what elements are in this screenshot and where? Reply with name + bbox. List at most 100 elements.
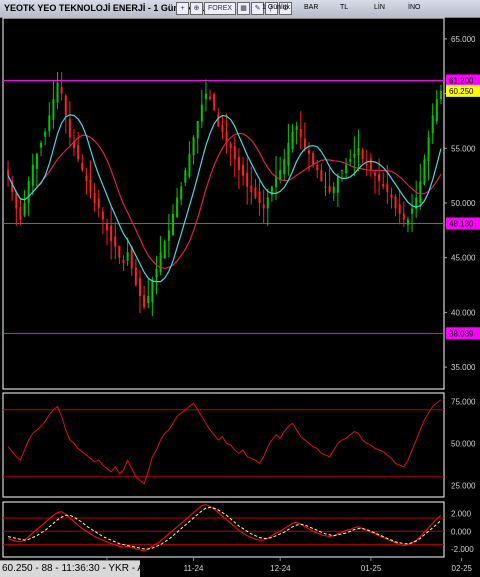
candle-body (163, 241, 166, 259)
candle-body (89, 179, 92, 193)
candle-body (101, 211, 104, 220)
chart-area[interactable]: 65.00060.00055.00050.00045.00040.00035.0… (0, 17, 480, 577)
macd-line (7, 504, 442, 552)
candle-body (97, 198, 100, 209)
candle-body (35, 153, 38, 169)
price-tick-label: 35.000 (451, 363, 476, 372)
candle-body (44, 131, 47, 137)
candle-body (155, 268, 158, 277)
rsi-frame (2, 392, 445, 498)
candle-body (419, 181, 422, 203)
candle-body (382, 184, 385, 187)
candle-body (291, 131, 294, 149)
level-label: 61.200 (449, 76, 474, 85)
status-bar: 60.250 - 88 - 11:36:30 - YKR - AKM (0, 560, 159, 577)
ma-fast-line (7, 114, 442, 283)
candle-body (85, 176, 88, 182)
macd-tick-label: 2.000 (451, 510, 472, 519)
candle-body (48, 115, 51, 132)
candle-body (118, 246, 121, 258)
candle-body (328, 185, 331, 193)
candle-body (411, 208, 414, 214)
candle-body (299, 128, 302, 138)
ma-slow-line (7, 132, 442, 269)
forex-label: FOREX (207, 5, 233, 12)
candle-body (114, 236, 117, 247)
candle-body (7, 170, 10, 176)
rsi-tick-label: 75.000 (451, 397, 476, 406)
candle-body (64, 95, 67, 116)
rsi-line (7, 399, 442, 485)
candle-body (138, 278, 141, 296)
candle-body (250, 185, 253, 193)
zoom-icon[interactable]: ⊕ (190, 2, 203, 15)
candle-body (200, 104, 203, 122)
x-tick-label: 02-25 (452, 564, 473, 573)
candle-body (373, 172, 376, 176)
candle-body (390, 194, 393, 198)
lin-button[interactable]: LİN (374, 4, 385, 11)
rsi-tick-label: 25.000 (451, 481, 476, 490)
candle-body (262, 204, 265, 209)
candle-body (151, 279, 154, 303)
candle-body (254, 187, 257, 198)
macd-signal-line (7, 506, 442, 550)
candle-body (258, 191, 261, 203)
candle-body (106, 224, 109, 231)
candle-body (365, 164, 368, 166)
candle-body (77, 144, 80, 160)
price-tick-label: 50.000 (451, 199, 476, 208)
candle-body (435, 99, 438, 122)
candle-body (402, 213, 405, 220)
candle-body (143, 294, 146, 307)
grid-icon[interactable]: ▦ (237, 2, 250, 15)
candle-body (406, 219, 409, 225)
macd-tick-label: 0.000 (451, 527, 472, 536)
candle-body (353, 153, 356, 158)
candle-body (283, 159, 286, 175)
macd-tick-label: -2.000 (451, 545, 474, 554)
candle-body (126, 252, 129, 261)
candle-body (68, 118, 71, 138)
candle-body (221, 125, 224, 132)
candle-body (324, 186, 327, 188)
candle-body (134, 267, 137, 286)
crosshair-icon[interactable]: + (176, 2, 189, 15)
macd-panel: 2.000 0.000 -2.000 (2, 501, 474, 558)
candle-body (266, 197, 269, 209)
candle-body (242, 165, 245, 176)
price-tick-label: 45.000 (451, 254, 476, 263)
price-panel: 65.00060.00055.00050.00045.00040.00035.0… (2, 17, 480, 390)
macd-frame (2, 501, 445, 558)
candle-body (93, 192, 96, 203)
candle-body (56, 82, 59, 103)
status-text: 60.250 - 88 - 11:36:30 - YKR - AKM (2, 563, 159, 574)
period-button[interactable]: 1 Günlük (262, 4, 290, 11)
candle-body (196, 120, 199, 139)
candle-body (229, 143, 232, 149)
candle-body (316, 164, 319, 171)
candle-body (204, 93, 207, 99)
candle-body (23, 203, 26, 216)
ino-button[interactable]: İNO (408, 4, 420, 11)
candle-body (180, 186, 183, 200)
candle-body (303, 138, 306, 149)
candle-body (147, 296, 150, 304)
x-tick-label: 11-24 (184, 564, 204, 573)
bar-button[interactable]: BAR (304, 4, 318, 11)
candle-body (19, 207, 22, 220)
candle-body (15, 191, 18, 209)
candle-body (122, 259, 125, 264)
candle-body (361, 149, 364, 160)
level-label: 38.089 (449, 329, 474, 338)
rsi-tick-label: 50.000 (451, 439, 476, 448)
candle-body (110, 225, 113, 242)
candle-body (217, 114, 220, 127)
candle-body (345, 164, 348, 174)
tl-button[interactable]: TL (340, 4, 348, 11)
candle-body (171, 213, 174, 236)
forex-button[interactable]: FOREX (204, 2, 236, 15)
candle-body (188, 153, 191, 177)
window-title-bar: YEOTK YEO TEKNOLOJİ ENERJİ - 1 Günlük (.… (0, 0, 480, 18)
candle-body (349, 159, 352, 162)
